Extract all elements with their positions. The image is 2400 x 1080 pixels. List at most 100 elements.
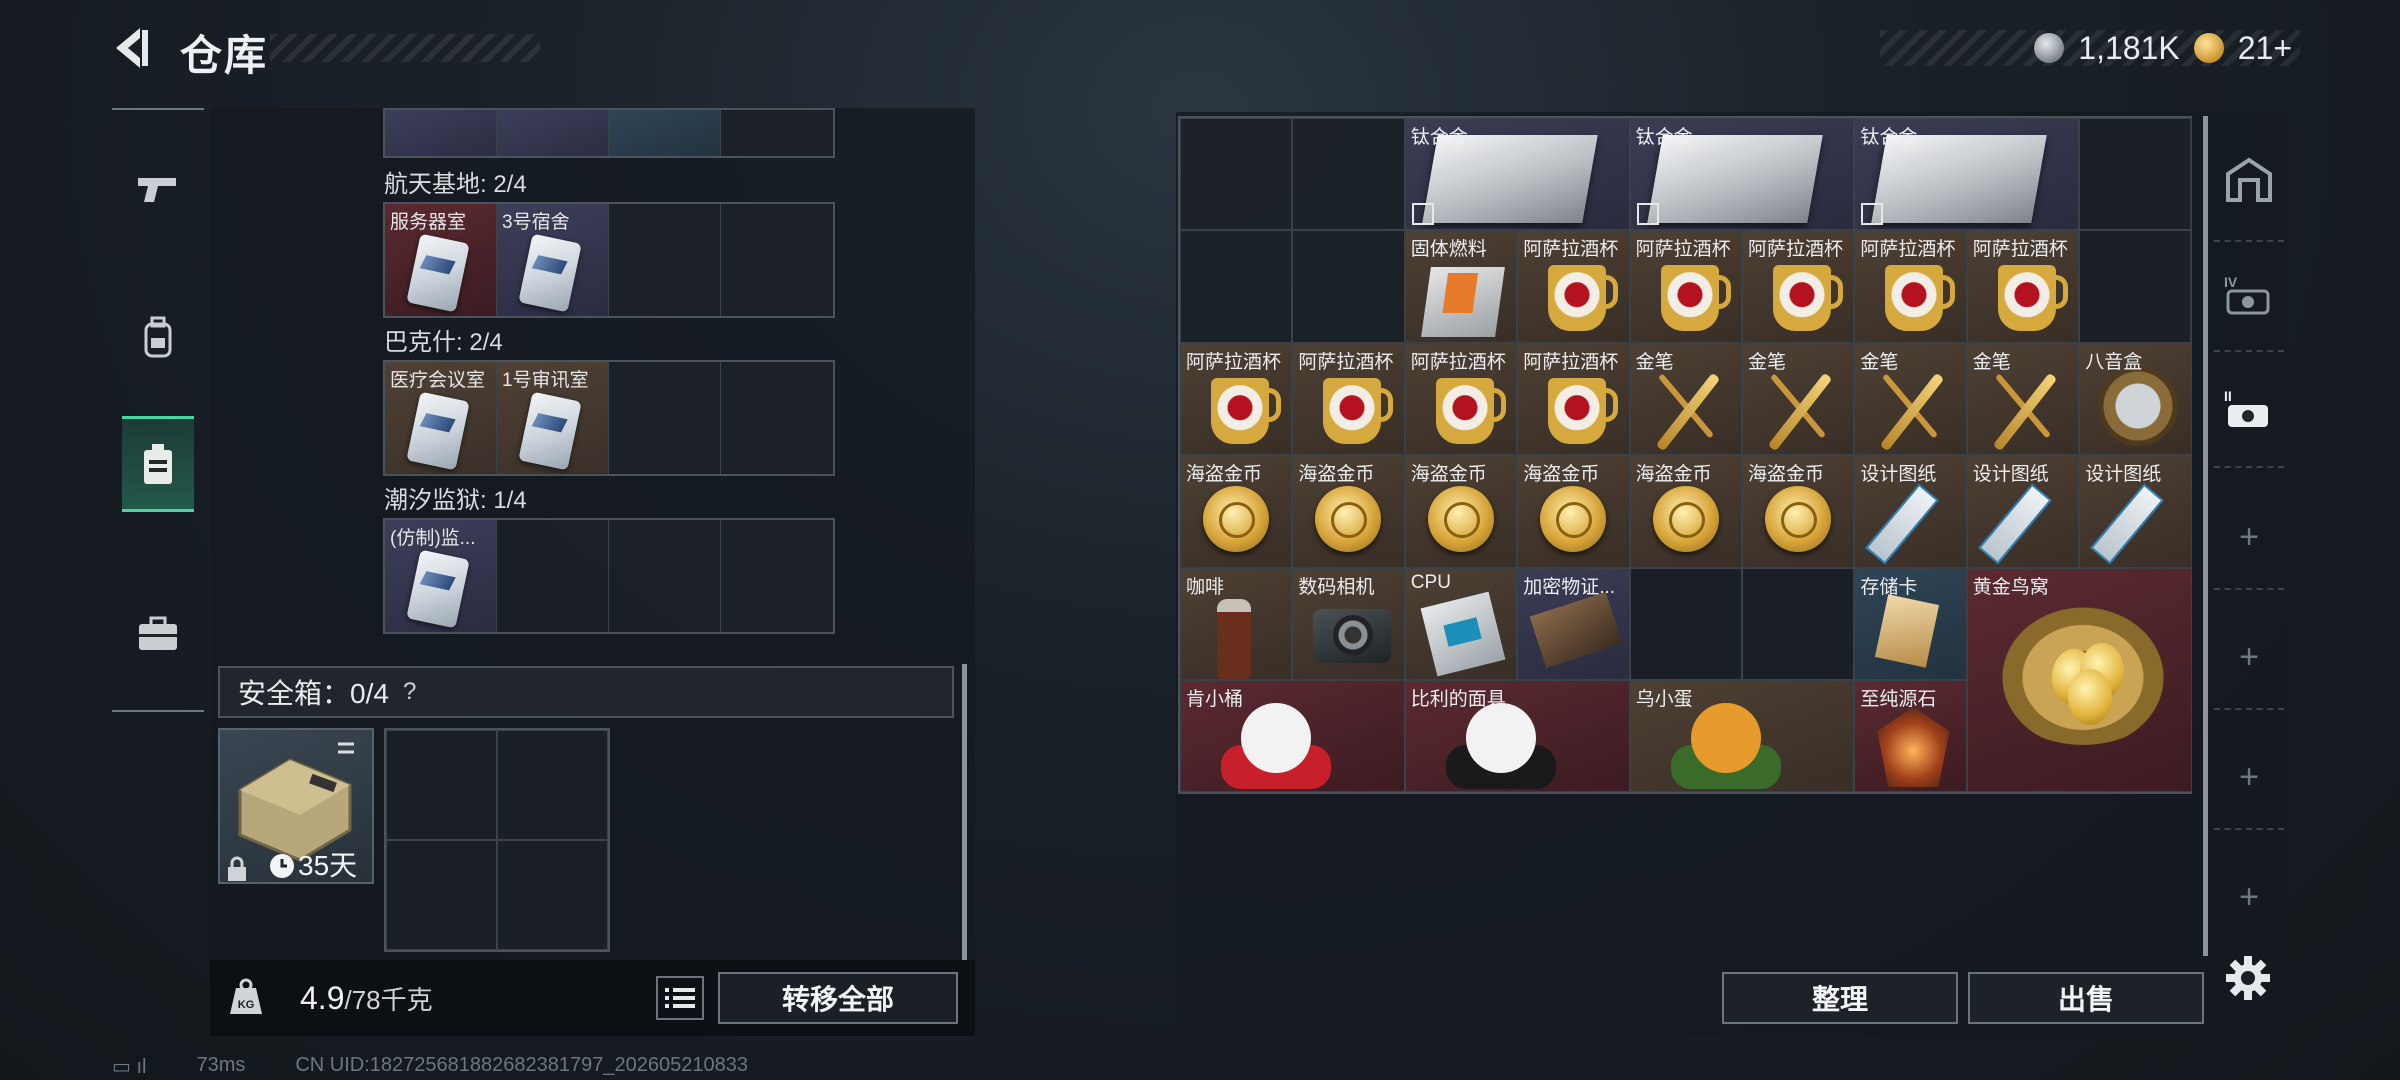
storage-slot[interactable]: [1180, 118, 1293, 231]
storage-item[interactable]: 阿萨拉酒杯: [1517, 342, 1630, 456]
stone-icon: [1877, 707, 1950, 787]
storage-item[interactable]: 海盗金币: [1517, 455, 1630, 568]
item-name: 乌小蛋: [1635, 689, 1693, 710]
keycard-item[interactable]: (仿制)监...: [385, 520, 497, 632]
storage-item[interactable]: 阿萨拉酒杯: [1404, 342, 1518, 456]
storage-item[interactable]: 乌小蛋: [1629, 680, 1855, 793]
item-name: 海盗金币: [1523, 464, 1600, 486]
storage-item[interactable]: 设计图纸: [2079, 455, 2192, 568]
storage-item[interactable]: 固体燃料: [1404, 230, 1518, 343]
storage-item[interactable]: 数码相机: [1292, 567, 1405, 680]
storage-item[interactable]: 金笔: [1629, 342, 1742, 456]
weight-value: 4.9/78千克: [300, 980, 433, 1017]
keycard-slot-empty[interactable]: [609, 520, 721, 632]
storage-item[interactable]: 阿萨拉酒杯: [1629, 230, 1742, 343]
storage-item[interactable]: 比利的面具: [1404, 680, 1630, 793]
left-scrollbar[interactable]: [962, 664, 967, 960]
safebox-slot[interactable]: [497, 730, 608, 840]
storage-item[interactable]: 设计图纸: [1966, 455, 2080, 568]
storage-item[interactable]: 阿萨拉酒杯: [1966, 230, 2080, 343]
storage-item[interactable]: 金笔: [1854, 342, 1967, 456]
storage-page-iv[interactable]: IV: [2222, 268, 2276, 322]
keycard-slot-empty[interactable]: [609, 362, 721, 474]
storage-item[interactable]: 钛合金: [1854, 118, 2080, 231]
help-icon[interactable]: ?: [403, 678, 416, 706]
keycard-slot[interactable]: [497, 110, 609, 156]
keycard-slot-empty[interactable]: [721, 520, 833, 632]
list-view-button[interactable]: [656, 976, 704, 1020]
storage-item[interactable]: 加密物证...: [1517, 567, 1630, 680]
storage-item[interactable]: 金笔: [1742, 342, 1855, 456]
keycard-item[interactable]: 1号审讯室: [497, 362, 609, 474]
safebox-slot[interactable]: [386, 730, 497, 840]
storage-slot[interactable]: [1292, 118, 1405, 231]
storage-item[interactable]: 海盗金币: [1742, 455, 1855, 568]
back-arrow-icon[interactable]: [108, 24, 156, 72]
item-name: 钛合金: [1860, 127, 1918, 148]
item-name: 阿萨拉酒杯: [1298, 351, 1394, 373]
item-name: 比利的面具: [1410, 689, 1506, 710]
sort-button[interactable]: 整理: [1722, 972, 1958, 1024]
keycard-item[interactable]: 3号宿舍: [497, 204, 609, 316]
storage-item[interactable]: 海盗金币: [1404, 455, 1518, 568]
storage-item[interactable]: 肯小桶: [1180, 680, 1405, 793]
storage-item[interactable]: 海盗金币: [1629, 455, 1742, 568]
keycard-icon: [406, 549, 470, 629]
add-storage-page-button[interactable]: +: [2222, 870, 2276, 924]
storage-slot[interactable]: [2079, 230, 2192, 343]
storage-item[interactable]: 阿萨拉酒杯: [1180, 342, 1293, 456]
nav-weapons[interactable]: [122, 140, 194, 236]
nav-toolbox[interactable]: [122, 586, 194, 682]
item-name: 阿萨拉酒杯: [1523, 239, 1619, 261]
storage-slot[interactable]: [1742, 567, 1855, 680]
cup-icon: [1997, 265, 2068, 332]
add-storage-page-button[interactable]: +: [2222, 510, 2276, 564]
svg-text:IV: IV: [2224, 274, 2238, 290]
add-storage-page-button[interactable]: +: [2222, 750, 2276, 804]
safebox-slot[interactable]: [386, 840, 497, 950]
storage-item[interactable]: 八音盒: [2079, 342, 2192, 456]
keycard-slot[interactable]: [385, 110, 497, 156]
storage-slot[interactable]: [1180, 230, 1293, 343]
storage-slot[interactable]: [1629, 567, 1742, 680]
storage-item[interactable]: 阿萨拉酒杯: [1742, 230, 1855, 343]
keycard-slot-empty[interactable]: [609, 204, 721, 316]
settings-gear-icon[interactable]: [2222, 952, 2274, 1004]
storage-item[interactable]: 金笔: [1966, 342, 2080, 456]
item-name: 咖啡: [1186, 576, 1225, 598]
storage-item[interactable]: CPU: [1404, 567, 1518, 680]
add-storage-page-button[interactable]: +: [2222, 630, 2276, 684]
nav-keycards[interactable]: [122, 416, 194, 512]
keycard-item[interactable]: 服务器室: [385, 204, 497, 316]
storage-item[interactable]: 阿萨拉酒杯: [1292, 342, 1405, 456]
storage-item[interactable]: 阿萨拉酒杯: [1517, 230, 1630, 343]
safebox-slot[interactable]: [497, 840, 608, 950]
storage-item[interactable]: 黄金鸟窝: [1966, 567, 2192, 793]
storage-scrollbar[interactable]: [2203, 116, 2208, 956]
collection-II-icon: II: [2224, 388, 2268, 427]
storage-slot[interactable]: [1292, 230, 1405, 343]
storage-item[interactable]: 咖啡: [1180, 567, 1293, 680]
storage-page-ii[interactable]: II: [2222, 382, 2276, 436]
nav-equipment[interactable]: [122, 290, 194, 386]
storage-item[interactable]: 钛合金: [1629, 118, 1855, 231]
storage-item[interactable]: 阿萨拉酒杯: [1854, 230, 1967, 343]
storage-item[interactable]: 至纯源石: [1854, 680, 1967, 793]
coffee-icon: [1217, 598, 1251, 679]
storage-item[interactable]: 设计图纸: [1854, 455, 1967, 568]
keycard-slot-empty[interactable]: [721, 204, 833, 316]
storage-item[interactable]: 海盗金币: [1180, 455, 1293, 568]
keycard-slot-empty[interactable]: [721, 362, 833, 474]
storage-item[interactable]: 海盗金币: [1292, 455, 1405, 568]
crypto-icon: [1529, 591, 1623, 668]
sell-button[interactable]: 出售: [1968, 972, 2204, 1024]
keycard-item[interactable]: 医疗会议室: [385, 362, 497, 474]
keycard-slot[interactable]: [609, 110, 721, 156]
storage-page-main[interactable]: [2222, 152, 2276, 206]
storage-slot[interactable]: [2079, 118, 2192, 231]
keycard-slot-empty[interactable]: [497, 520, 609, 632]
keycard-slot[interactable]: [721, 110, 833, 156]
storage-item[interactable]: 存储卡: [1854, 567, 1967, 680]
transfer-all-button[interactable]: 转移全部: [718, 972, 958, 1024]
storage-item[interactable]: 钛合金: [1404, 118, 1630, 231]
